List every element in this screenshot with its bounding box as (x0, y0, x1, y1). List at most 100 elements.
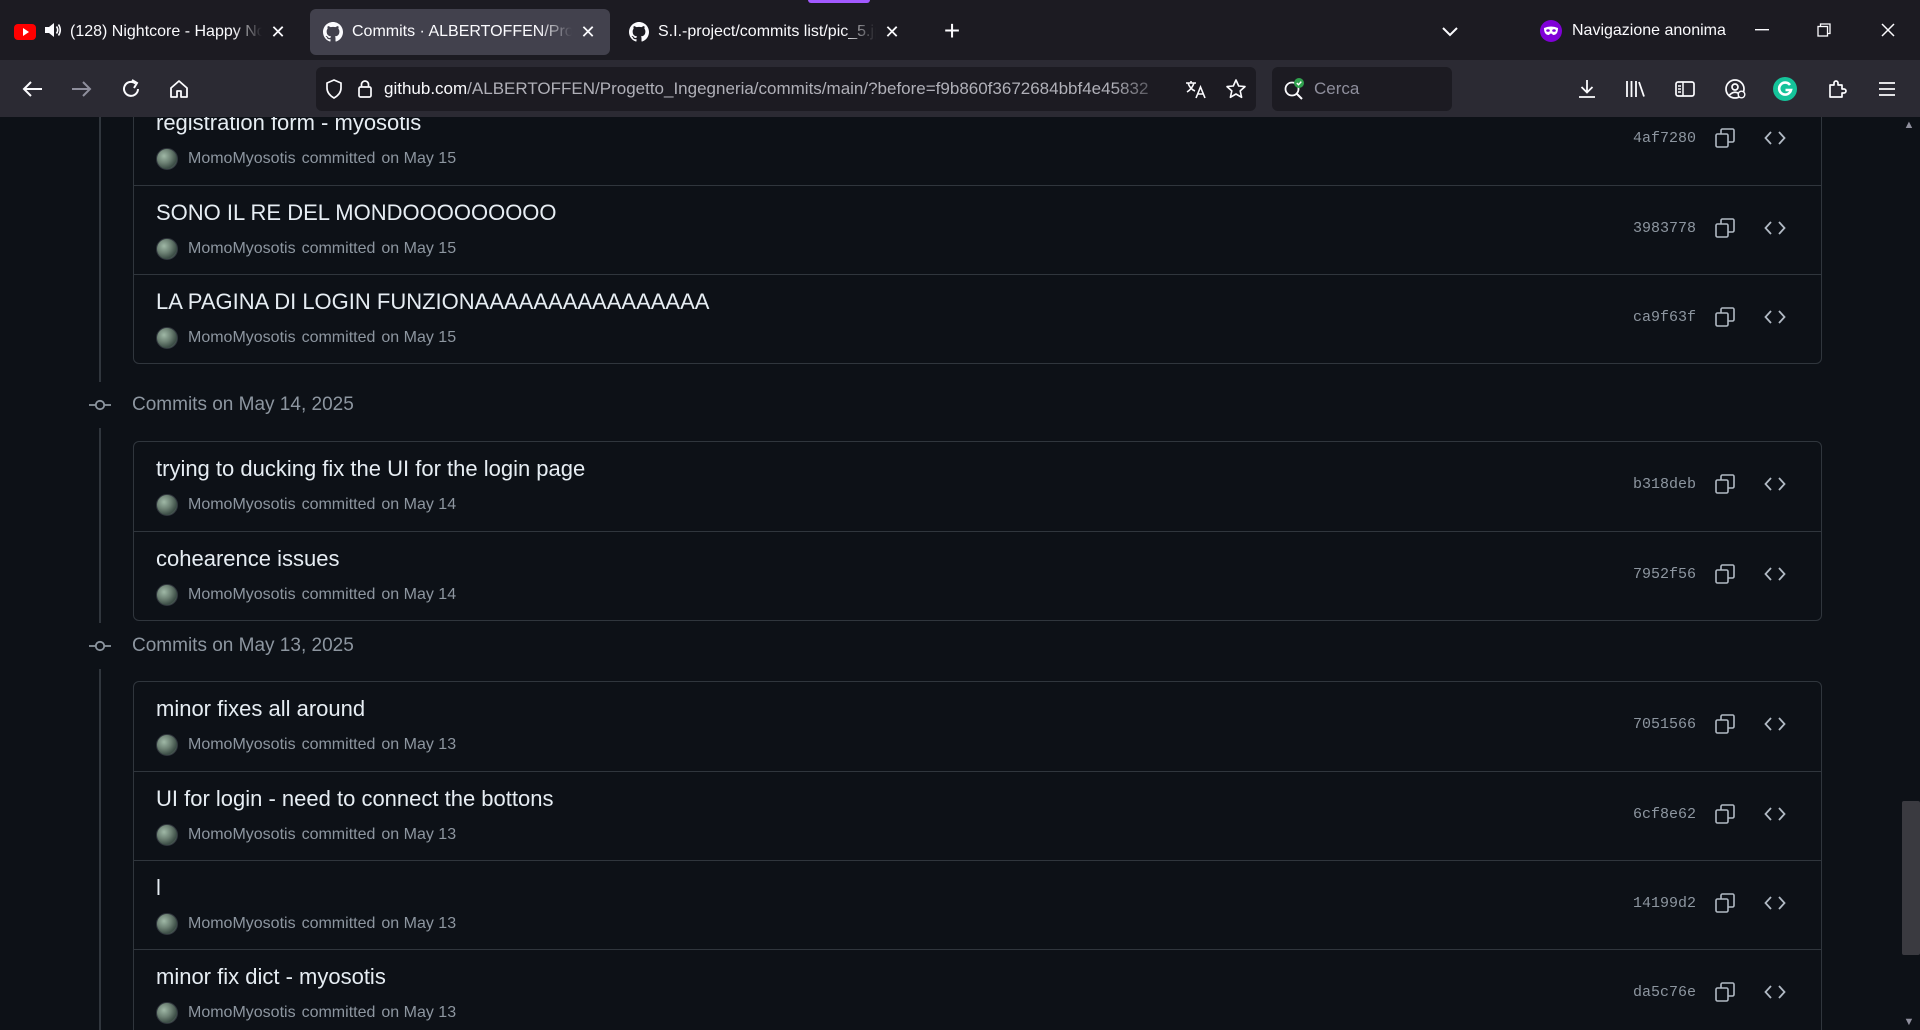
close-icon[interactable]: ✕ (578, 22, 598, 42)
commit-message-link[interactable]: minor fix dict - myosotis (156, 964, 386, 990)
commit-author-link[interactable]: MomoMyosotis (188, 329, 296, 347)
browse-repo-button[interactable] (1759, 976, 1791, 1008)
commit-message-link[interactable]: trying to ducking fix the UI for the log… (156, 456, 585, 482)
grammarly-icon (1773, 77, 1797, 101)
new-tab-button[interactable]: + (934, 14, 970, 50)
scrollbar-thumb[interactable] (1902, 801, 1920, 955)
avatar[interactable] (156, 1002, 178, 1024)
commit-message-link[interactable]: SONO IL RE DEL MONDOOOOOOOOO (156, 200, 557, 226)
browse-repo-button[interactable] (1759, 301, 1791, 333)
browse-repo-button[interactable] (1759, 468, 1791, 500)
commit-date: on May 13 (381, 736, 457, 753)
copy-icon (1715, 982, 1735, 1002)
library-icon (1626, 81, 1645, 97)
copy-sha-button[interactable] (1709, 708, 1741, 740)
avatar[interactable] (156, 148, 178, 170)
copy-icon (1715, 804, 1735, 824)
speaker-icon[interactable] (44, 22, 62, 43)
commit-author-link[interactable]: MomoMyosotis (188, 586, 296, 604)
extensions-button[interactable] (1818, 70, 1856, 108)
library-button[interactable] (1617, 70, 1655, 108)
commit-message-link[interactable]: cohearence issues (156, 546, 339, 572)
browse-repo-button[interactable] (1759, 212, 1791, 244)
copy-sha-button[interactable] (1709, 887, 1741, 919)
search-bar[interactable] (1272, 67, 1452, 111)
avatar[interactable] (156, 494, 178, 516)
commit-author-link[interactable]: MomoMyosotis (188, 240, 296, 258)
commit-sha-link[interactable]: 6cf8e62 (1633, 806, 1696, 823)
copy-sha-button[interactable] (1709, 301, 1741, 333)
browse-repo-button[interactable] (1759, 558, 1791, 590)
copy-sha-button[interactable] (1709, 558, 1741, 590)
search-input[interactable] (1314, 79, 1434, 99)
close-icon[interactable]: ✕ (268, 22, 288, 42)
close-icon[interactable]: ✕ (882, 22, 902, 42)
commit-author-link[interactable]: MomoMyosotis (188, 915, 296, 933)
commit-sha-link[interactable]: 14199d2 (1633, 895, 1696, 912)
commit-message-link[interactable]: UI for login - need to connect the botto… (156, 786, 553, 812)
copy-sha-button[interactable] (1709, 798, 1741, 830)
copy-sha-button[interactable] (1709, 122, 1741, 154)
minimize-button[interactable] (1740, 10, 1784, 50)
avatar[interactable] (156, 913, 178, 935)
tab-pic[interactable]: S.I.-project/commits list/pic_5.jpg at m… (616, 9, 914, 55)
browse-repo-button[interactable] (1759, 798, 1791, 830)
avatar[interactable] (156, 238, 178, 260)
commit-author-link[interactable]: MomoMyosotis (188, 150, 296, 168)
back-button[interactable] (14, 70, 52, 108)
reload-button[interactable] (112, 70, 150, 108)
forward-button[interactable] (62, 70, 100, 108)
copy-sha-button[interactable] (1709, 212, 1741, 244)
tab-youtube[interactable]: (128) Nightcore - Happy Now ✕ (2, 9, 300, 55)
commit-meta: MomoMyosotis committed on May 13 (156, 734, 456, 756)
restore-button[interactable] (1802, 10, 1846, 50)
avatar[interactable] (156, 734, 178, 756)
commit-author-link[interactable]: MomoMyosotis (188, 736, 296, 754)
browse-repo-button[interactable] (1759, 708, 1791, 740)
commit-sha-link[interactable]: ca9f63f (1633, 309, 1696, 326)
tab-commits[interactable]: Commits · ALBERTOFFEN/Progetto_Ingegneri… (310, 9, 610, 55)
copy-sha-button[interactable] (1709, 976, 1741, 1008)
commit-sha-link[interactable]: 7051566 (1633, 716, 1696, 733)
avatar[interactable] (156, 824, 178, 846)
commit-message-link[interactable]: l (156, 875, 161, 901)
bookmark-star-icon[interactable] (1216, 67, 1256, 111)
commit-message-link[interactable]: registration form - myosotis (156, 117, 421, 136)
sidebar-button[interactable] (1666, 70, 1704, 108)
commit-sha-link[interactable]: 7952f56 (1633, 566, 1696, 583)
commit-verb: committed (301, 329, 376, 346)
browse-repo-button[interactable] (1759, 122, 1791, 154)
commit-row: minor fixes all around MomoMyosotis comm… (134, 682, 1821, 771)
avatar[interactable] (156, 584, 178, 606)
commit-sha-link[interactable]: 3983778 (1633, 220, 1696, 237)
commit-author-link[interactable]: MomoMyosotis (188, 496, 296, 514)
page-scrollbar[interactable]: ▲ ▼ (1898, 117, 1920, 1030)
commit-message-link[interactable]: LA PAGINA DI LOGIN FUNZIONAAAAAAAAAAAAAA… (156, 289, 709, 315)
downloads-button[interactable] (1568, 70, 1606, 108)
avatar[interactable] (156, 327, 178, 349)
close-window-button[interactable] (1866, 10, 1910, 50)
browse-repo-button[interactable] (1759, 887, 1791, 919)
commit-sha-link[interactable]: 4af7280 (1633, 130, 1696, 147)
account-button[interactable] (1716, 70, 1754, 108)
translate-icon[interactable] (1176, 67, 1216, 111)
commit-sha-link[interactable]: b318deb (1633, 476, 1696, 493)
commit-author-link[interactable]: MomoMyosotis (188, 1004, 296, 1022)
url-text[interactable]: github.com/ALBERTOFFEN/Progetto_Ingegner… (378, 79, 1176, 99)
menu-button[interactable] (1868, 70, 1906, 108)
scroll-up-arrow-icon[interactable]: ▲ (1903, 119, 1915, 131)
copy-sha-button[interactable] (1709, 468, 1741, 500)
tracking-protection-shield-icon[interactable] (316, 67, 352, 111)
commit-sha-link[interactable]: da5c76e (1633, 984, 1696, 1001)
scroll-down-arrow-icon[interactable]: ▼ (1903, 1016, 1915, 1028)
home-button[interactable] (160, 70, 198, 108)
commit-row: trying to ducking fix the UI for the log… (134, 442, 1821, 531)
lock-icon[interactable] (352, 67, 378, 111)
commit-list: registration form - myosotis MomoMyosoti… (133, 117, 1822, 364)
copy-icon (1715, 128, 1735, 148)
grammarly-extension-button[interactable] (1766, 70, 1804, 108)
list-all-tabs-button[interactable] (1432, 14, 1468, 50)
commit-message-link[interactable]: minor fixes all around (156, 696, 365, 722)
address-bar[interactable]: github.com/ALBERTOFFEN/Progetto_Ingegner… (316, 67, 1256, 111)
commit-author-link[interactable]: MomoMyosotis (188, 826, 296, 844)
